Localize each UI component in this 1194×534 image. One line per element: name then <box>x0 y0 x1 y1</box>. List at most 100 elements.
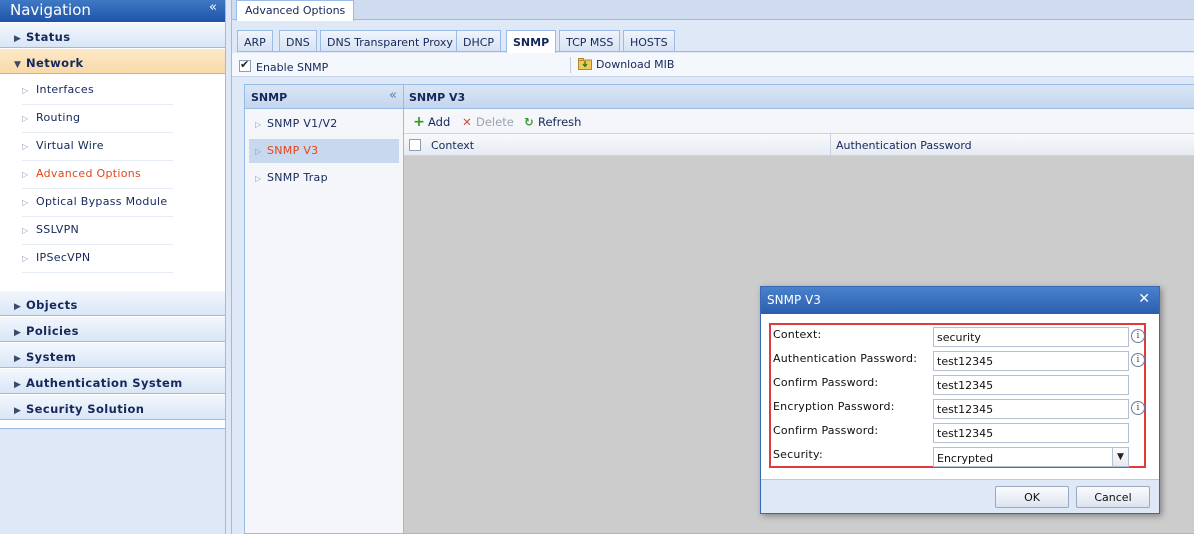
info-icon[interactable]: i <box>1131 401 1145 415</box>
tree-arrow-icon: ▷ <box>255 120 262 129</box>
expand-arrow-icon: ▶ <box>14 380 22 390</box>
info-icon[interactable]: i <box>1131 329 1145 343</box>
snmp-item-trap[interactable]: ▷ SNMP Trap <box>249 166 399 190</box>
nav-empty-area <box>0 428 225 534</box>
column-divider[interactable] <box>830 134 831 156</box>
context-input[interactable] <box>933 327 1129 347</box>
enable-snmp-label: Enable SNMP <box>256 61 329 74</box>
collapse-arrow-icon: ▼ <box>14 60 22 70</box>
tab-dns-transparent-proxy[interactable]: DNS Transparent Proxy <box>320 30 460 52</box>
nav-item-routing[interactable]: ▷ Routing <box>22 105 173 133</box>
expand-arrow-icon: ▶ <box>14 406 22 416</box>
nav-group-label: Network <box>26 56 84 70</box>
tab-dns[interactable]: DNS <box>279 30 317 52</box>
confirm-auth-password-input[interactable] <box>933 375 1129 395</box>
cancel-button[interactable]: Cancel <box>1076 486 1150 508</box>
tree-arrow-icon: ▷ <box>22 226 29 235</box>
tree-arrow-icon: ▷ <box>22 198 29 207</box>
nav-group-network[interactable]: ▼ Network <box>0 48 225 74</box>
confirm-encryption-password-label: Confirm Password: <box>773 424 879 437</box>
close-icon[interactable]: ✕ <box>1138 291 1150 307</box>
tree-arrow-icon: ▷ <box>22 254 29 263</box>
nav-item-virtual-wire[interactable]: ▷ Virtual Wire <box>22 133 173 161</box>
collapse-icon[interactable]: « <box>389 88 397 103</box>
tab-dhcp[interactable]: DHCP <box>456 30 502 52</box>
nav-group-status[interactable]: ▶ Status <box>0 22 225 48</box>
plus-icon: + <box>413 114 425 130</box>
tree-arrow-icon: ▷ <box>255 147 262 156</box>
folder-download-icon[interactable] <box>578 57 592 70</box>
ok-button[interactable]: OK <box>995 486 1069 508</box>
network-submenu: ▷ Interfaces ▷ Routing ▷ Virtual Wire ▷ Adva… <box>0 74 225 290</box>
snmp-v3-dialog: SNMP V3 ✕ Context: i Authentication Pass… <box>760 286 1160 514</box>
confirm-auth-password-label: Confirm Password: <box>773 376 879 389</box>
column-header-context[interactable]: Context <box>431 139 474 152</box>
enable-snmp-checkbox[interactable] <box>239 58 251 72</box>
nav-item-optical-bypass-module[interactable]: ▷ Optical Bypass Module <box>22 189 173 217</box>
nav-item-ipsecvpn[interactable]: ▷ IPSecVPN <box>22 245 173 273</box>
navigation-header: Navigation « <box>0 0 225 22</box>
top-tab-strip: Advanced Options <box>232 0 1194 21</box>
download-mib-button[interactable]: Download MIB <box>596 58 674 71</box>
sub-tab-bar: ARP DNS DNS Transparent Proxy DHCP SNMP … <box>237 30 1194 53</box>
tab-hosts[interactable]: HOSTS <box>623 30 675 52</box>
auth-password-input[interactable] <box>933 351 1129 371</box>
encryption-password-input[interactable] <box>933 399 1129 419</box>
snmp-v3-header: SNMP V3 <box>404 85 1194 109</box>
snmp-panel-header: SNMP « <box>245 85 403 109</box>
encryption-password-label: Encryption Password: <box>773 400 895 413</box>
refresh-button[interactable]: ↻ Refresh <box>522 115 581 129</box>
security-selected-value: Encrypted <box>937 452 994 465</box>
dialog-title: SNMP V3 <box>767 293 821 307</box>
nav-group-security-solution[interactable]: ▶ Security Solution <box>0 394 225 420</box>
grid-header: Context Authentication Password <box>404 134 1194 156</box>
nav-group-authentication-system[interactable]: ▶ Authentication System <box>0 368 225 394</box>
chevron-down-icon[interactable]: ▼ <box>1112 448 1128 466</box>
tab-tcp-mss[interactable]: TCP MSS <box>559 30 621 52</box>
security-select[interactable]: Encrypted ▼ <box>933 447 1129 467</box>
expand-arrow-icon: ▶ <box>14 354 22 364</box>
auth-password-label: Authentication Password: <box>773 352 918 365</box>
snmp-item-v1-v2[interactable]: ▷ SNMP V1/V2 <box>249 112 399 136</box>
confirm-encryption-password-input[interactable] <box>933 423 1129 443</box>
tree-arrow-icon: ▷ <box>255 174 262 183</box>
nav-group-objects[interactable]: ▶ Objects <box>0 290 225 316</box>
highlighted-form-area: Context: i Authentication Password: i Co… <box>769 323 1146 468</box>
tab-advanced-options[interactable]: Advanced Options <box>236 0 355 21</box>
security-label: Security: <box>773 448 823 461</box>
tab-snmp[interactable]: SNMP <box>506 30 557 53</box>
nav-group-policies[interactable]: ▶ Policies <box>0 316 225 342</box>
select-all-checkbox[interactable] <box>409 139 421 151</box>
dialog-titlebar[interactable]: SNMP V3 ✕ <box>761 287 1159 314</box>
refresh-icon: ↻ <box>524 115 534 129</box>
add-button[interactable]: + Add <box>412 115 450 129</box>
context-label: Context: <box>773 328 822 341</box>
dialog-body: Context: i Authentication Password: i Co… <box>761 314 1159 479</box>
tree-arrow-icon: ▷ <box>22 86 29 95</box>
snmp-panel-title: SNMP <box>251 91 288 104</box>
dialog-footer: OK Cancel <box>761 479 1159 513</box>
expand-arrow-icon: ▶ <box>14 34 22 44</box>
nav-item-advanced-options[interactable]: ▷ Advanced Options <box>22 161 173 189</box>
delete-button[interactable]: ✕ Delete <box>460 115 514 129</box>
nav-group-label: Status <box>26 30 71 44</box>
tree-arrow-icon: ▷ <box>22 170 29 179</box>
collapse-icon[interactable]: « <box>209 0 217 15</box>
tree-arrow-icon: ▷ <box>22 142 29 151</box>
expand-arrow-icon: ▶ <box>14 328 22 338</box>
x-icon: ✕ <box>462 115 472 129</box>
navigation-panel: Navigation « ▶ Status ▼ Network ▷ Interface… <box>0 0 226 534</box>
nav-group-system[interactable]: ▶ System <box>0 342 225 368</box>
info-icon[interactable]: i <box>1131 353 1145 367</box>
snmp-side-panel: SNMP « ▷ SNMP V1/V2 ▷ SNMP V3 ▷ SNMP Trap <box>244 84 404 534</box>
snmp-toolbar: Enable SNMP Download MIB <box>232 53 1194 77</box>
snmp-item-v3[interactable]: ▷ SNMP V3 <box>249 139 399 163</box>
nav-item-interfaces[interactable]: ▷ Interfaces <box>22 77 173 105</box>
navigation-title: Navigation <box>10 1 91 19</box>
snmp-v3-toolbar: + Add ✕ Delete ↻ Refresh <box>404 109 1194 134</box>
expand-arrow-icon: ▶ <box>14 302 22 312</box>
tree-arrow-icon: ▷ <box>22 114 29 123</box>
tab-arp[interactable]: ARP <box>237 30 273 52</box>
nav-item-sslvpn[interactable]: ▷ SSLVPN <box>22 217 173 245</box>
column-header-auth-password[interactable]: Authentication Password <box>836 139 972 152</box>
